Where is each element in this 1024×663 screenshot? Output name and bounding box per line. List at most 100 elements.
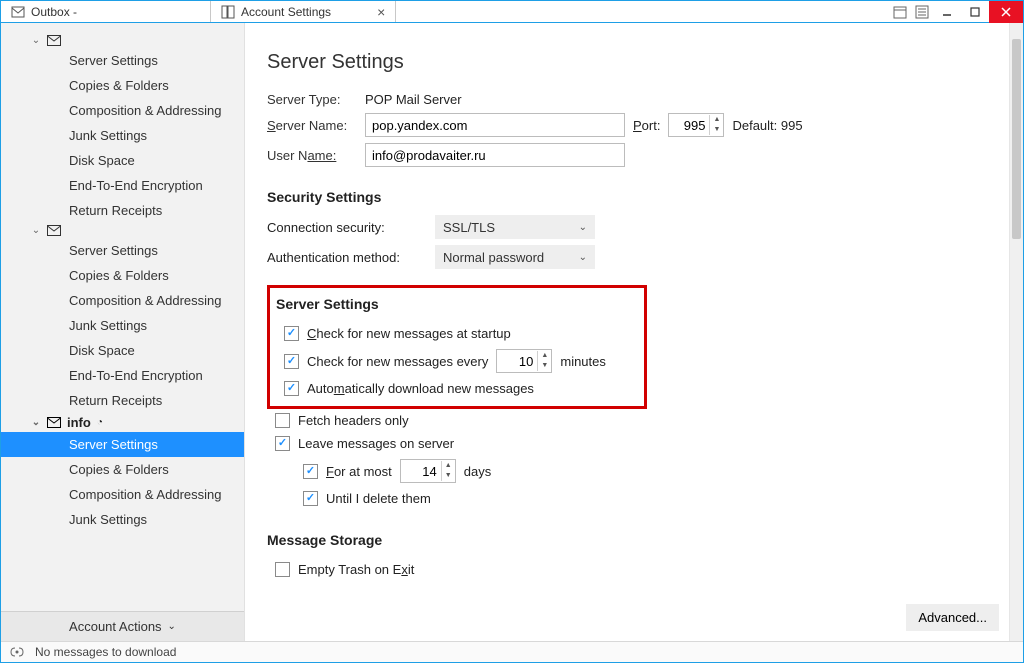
sidebar-item[interactable]: Composition & Addressing	[1, 288, 244, 313]
port-stepper[interactable]: ▲▼	[668, 113, 724, 137]
close-icon[interactable]: ×	[377, 4, 385, 20]
at-most-days-label: days	[464, 464, 491, 479]
content-pane: Server Settings Server Type: POP Mail Se…	[245, 23, 1009, 641]
sidebar-item[interactable]: Return Receipts	[1, 388, 244, 413]
scrollbar[interactable]	[1009, 23, 1023, 641]
spin-up-icon[interactable]: ▲	[442, 461, 455, 471]
account-header-1[interactable]: ⌄	[1, 33, 244, 48]
highlight-box: Server Settings Check for new messages a…	[267, 285, 647, 409]
spin-down-icon[interactable]: ▼	[538, 361, 551, 371]
chevron-down-icon: ⌄	[579, 252, 587, 263]
tab-settings-label: Account Settings	[241, 5, 331, 19]
mail-app-icon	[11, 5, 25, 19]
user-name-input[interactable]	[365, 143, 625, 167]
spin-down-icon[interactable]: ▼	[442, 471, 455, 481]
checkbox-startup-label: Check for new messages at startup	[307, 326, 511, 341]
sidebar-item[interactable]: Junk Settings	[1, 313, 244, 338]
envelope-icon	[47, 225, 61, 236]
account-label: info	[67, 415, 91, 430]
sidebar-item[interactable]: Disk Space	[1, 148, 244, 173]
connection-security-label: Connection security:	[267, 220, 427, 235]
account-header-info[interactable]: ⌄ info ◔	[1, 413, 244, 432]
sidebar-item[interactable]: Server Settings	[1, 48, 244, 73]
sidebar-item[interactable]: Server Settings	[1, 238, 244, 263]
checkbox-empty-trash-label: Empty Trash on Exit	[298, 562, 414, 577]
advanced-button[interactable]: Advanced...	[906, 604, 999, 631]
server-type-value: POP Mail Server	[365, 92, 462, 107]
sidebar-item[interactable]: Junk Settings	[1, 123, 244, 148]
connection-security-select[interactable]: SSL/TLS ⌄	[435, 215, 595, 239]
connection-security-value: SSL/TLS	[443, 220, 495, 235]
account-actions-label: Account Actions	[69, 619, 162, 634]
check-every-label-post: minutes	[560, 354, 606, 369]
sidebar-item[interactable]: End-To-End Encryption	[1, 363, 244, 388]
envelope-icon	[47, 417, 61, 428]
sidebar-item[interactable]: Disk Space	[1, 338, 244, 363]
check-every-stepper[interactable]: ▲▼	[496, 349, 552, 373]
calendar-icon[interactable]	[889, 1, 911, 23]
window-close[interactable]	[989, 1, 1023, 23]
user-name-label: User Name:	[267, 148, 357, 163]
sidebar-item[interactable]: Composition & Addressing	[1, 482, 244, 507]
tab-outbox-label: Outbox -	[31, 5, 77, 19]
at-most-input[interactable]	[401, 460, 441, 482]
server-type-label: Server Type:	[267, 92, 357, 107]
server-settings-header: Server Settings	[276, 296, 638, 312]
check-every-input[interactable]	[497, 350, 537, 372]
message-storage-header: Message Storage	[267, 532, 987, 548]
checkbox-fetch-headers-label: Fetch headers only	[298, 413, 409, 428]
checkbox-until-delete-label: Until I delete them	[326, 491, 431, 506]
page-title: Server Settings	[267, 51, 987, 74]
sidebar: ⌄ Server Settings Copies & Folders Compo…	[1, 23, 245, 641]
check-every-label-pre: Check for new messages every	[307, 354, 488, 369]
window-minimize[interactable]	[933, 1, 961, 23]
security-settings-header: Security Settings	[267, 189, 987, 205]
default-port-label: Default: 995	[732, 118, 802, 133]
spin-up-icon[interactable]: ▲	[538, 351, 551, 361]
auth-method-value: Normal password	[443, 250, 544, 265]
sidebar-item[interactable]: Copies & Folders	[1, 263, 244, 288]
tab-account-settings[interactable]: Account Settings ×	[211, 1, 396, 22]
chevron-down-icon: ⌄	[31, 417, 41, 428]
account-header-2[interactable]: ⌄	[1, 223, 244, 238]
tab-outbox[interactable]: Outbox -	[1, 1, 211, 22]
chevron-down-icon: ⌄	[168, 621, 176, 632]
at-most-label: For at most	[326, 464, 392, 479]
activity-icon	[9, 646, 25, 658]
sidebar-item[interactable]: Return Receipts	[1, 198, 244, 223]
server-name-input[interactable]	[365, 113, 625, 137]
account-actions-button[interactable]: Account Actions ⌄	[1, 611, 244, 641]
checkbox-auto-download[interactable]	[284, 381, 299, 396]
checkbox-leave-on-server[interactable]	[275, 436, 290, 451]
port-input[interactable]	[669, 114, 709, 136]
spin-down-icon[interactable]: ▼	[710, 125, 723, 135]
auth-method-select[interactable]: Normal password ⌄	[435, 245, 595, 269]
checkbox-until-delete[interactable]	[303, 491, 318, 506]
settings-panel-icon	[221, 5, 235, 19]
status-text: No messages to download	[35, 645, 176, 659]
sidebar-item[interactable]: Junk Settings	[1, 507, 244, 532]
checkbox-fetch-headers[interactable]	[275, 413, 290, 428]
checkbox-leave-on-server-label: Leave messages on server	[298, 436, 454, 451]
checkbox-check-every[interactable]	[284, 354, 299, 369]
auth-method-label: Authentication method:	[267, 250, 427, 265]
server-name-label: Server Name:	[267, 118, 357, 133]
checkbox-auto-download-label: Automatically download new messages	[307, 381, 534, 396]
spin-up-icon[interactable]: ▲	[710, 115, 723, 125]
sidebar-item[interactable]: End-To-End Encryption	[1, 173, 244, 198]
tasks-icon[interactable]	[911, 1, 933, 23]
sidebar-item[interactable]: Copies & Folders	[1, 73, 244, 98]
checkbox-at-most[interactable]	[303, 464, 318, 479]
checkbox-empty-trash[interactable]	[275, 562, 290, 577]
envelope-icon	[47, 35, 61, 46]
statusbar: No messages to download	[1, 641, 1023, 662]
at-most-stepper[interactable]: ▲▼	[400, 459, 456, 483]
sidebar-item[interactable]: Composition & Addressing	[1, 98, 244, 123]
chevron-down-icon: ⌄	[31, 35, 41, 46]
checkbox-startup[interactable]	[284, 326, 299, 341]
sidebar-item-server-settings[interactable]: Server Settings	[1, 432, 244, 457]
window-maximize[interactable]	[961, 1, 989, 23]
chevron-down-icon: ⌄	[31, 225, 41, 236]
chevron-down-icon: ⌄	[579, 222, 587, 233]
sidebar-item[interactable]: Copies & Folders	[1, 457, 244, 482]
